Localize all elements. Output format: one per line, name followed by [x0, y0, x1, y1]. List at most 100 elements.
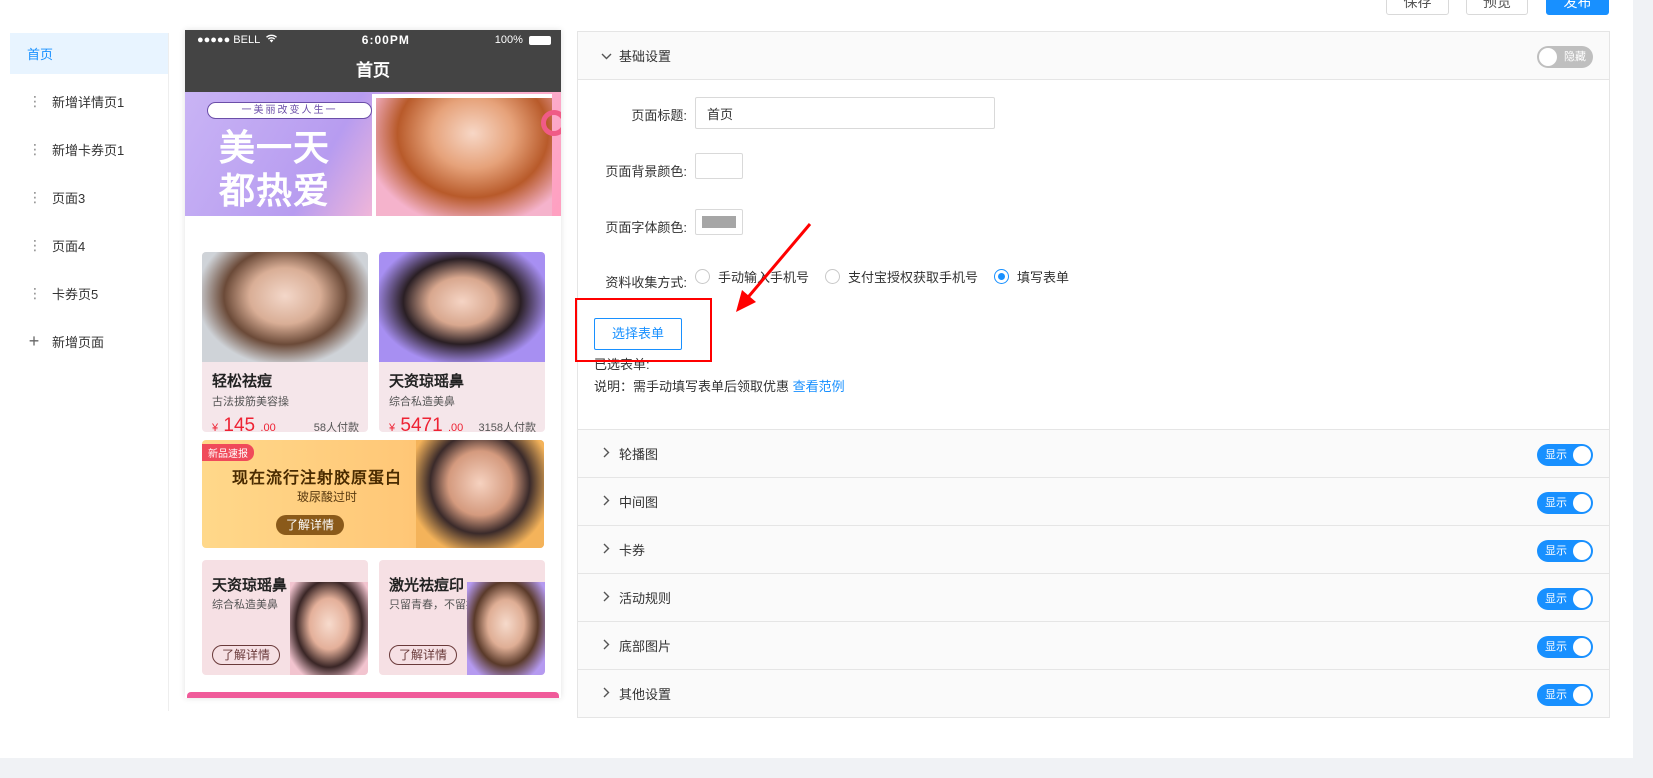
radio-label: 填写表单	[1017, 270, 1070, 285]
section-header-coupon[interactable]: 卡券 显示	[578, 526, 1609, 574]
section-header-rules[interactable]: 活动规则 显示	[578, 574, 1609, 622]
mini-card-subtitle: 综合私造美鼻	[212, 599, 278, 611]
product-paid-count: 3158人付款	[478, 422, 536, 432]
chevron-right-icon	[595, 590, 617, 605]
visibility-toggle[interactable]: 显示	[1537, 588, 1593, 610]
phone-bottom-strip	[187, 692, 559, 698]
banner-line-1: 美一天	[219, 127, 331, 168]
page-item-page-4[interactable]: ⋮ 页面4	[10, 221, 168, 269]
status-time: 6:00PM	[361, 33, 410, 47]
toggle-knob	[1573, 590, 1591, 608]
page-item-coupon-1[interactable]: ⋮ 新增卡券页1	[10, 125, 168, 173]
font-color-label: 页面字体颜色:	[605, 220, 687, 235]
toggle-label: 显示	[1545, 641, 1567, 653]
toggle-label: 显示	[1545, 689, 1567, 701]
section-title: 底部图片	[619, 639, 672, 654]
promo-tag: 新品速报	[202, 444, 254, 461]
mini-card-subtitle: 只留青春，不留疤	[389, 599, 477, 611]
page-item-detail-1[interactable]: ⋮ 新增详情页1	[10, 77, 168, 125]
drag-handle-icon[interactable]: ⋮	[28, 285, 42, 302]
bg-color-fill	[702, 160, 736, 172]
page-item-label: 卡券页5	[52, 286, 99, 302]
product-card[interactable]: 轻松祛痘 古法拔筋美容操 ¥ 145 .00 58人付款	[202, 252, 368, 432]
save-button[interactable]: 保存	[1386, 0, 1449, 15]
drag-handle-icon[interactable]: ⋮	[28, 189, 42, 206]
phone-status-bar: ●●●●● BELL 6:00PM 100%	[185, 30, 561, 50]
form-note: 说明：需手动填写表单后领取优惠 查看范例	[594, 376, 845, 395]
product-paid-count: 58人付款	[313, 422, 359, 432]
chevron-right-icon	[595, 686, 617, 701]
banner-line-2: 都热爱	[219, 170, 331, 211]
phone-nav-title: 首页	[185, 50, 561, 92]
add-page-button[interactable]: + 新增页面	[10, 317, 168, 365]
preview-button[interactable]: 预览	[1466, 0, 1528, 15]
toggle-label: 显示	[1545, 593, 1567, 605]
drag-handle-icon[interactable]: ⋮	[28, 141, 42, 158]
promo-title: 现在流行注射胶原蛋白	[232, 470, 403, 487]
carousel-banner[interactable]: 一美丽改变人生一 美一天 都热爱	[185, 92, 561, 216]
section-header-carousel[interactable]: 轮播图 显示	[578, 430, 1609, 478]
promo-detail-button[interactable]: 了解详情	[276, 515, 344, 535]
section-title: 卡券	[619, 543, 646, 558]
page-title-input[interactable]	[695, 97, 995, 129]
publish-button[interactable]: 发布	[1546, 0, 1609, 15]
collect-method-label: 资料收集方式:	[605, 275, 687, 290]
radio-fill-form[interactable]: 填写表单	[994, 267, 1069, 286]
section-header-middle-image[interactable]: 中间图 显示	[578, 478, 1609, 526]
carrier-text: ●●●●● BELL	[197, 34, 260, 46]
visibility-toggle[interactable]: 隐藏	[1537, 46, 1593, 68]
product-subtitle: 综合私造美鼻	[389, 396, 455, 408]
page-item-home[interactable]: 首页	[10, 33, 168, 74]
mini-card-photo	[467, 582, 545, 675]
visibility-toggle[interactable]: 显示	[1537, 492, 1593, 514]
section-title: 基础设置	[619, 49, 672, 64]
bg-color-picker[interactable]	[695, 153, 743, 179]
section-header-basic[interactable]: 基础设置 隐藏	[578, 32, 1609, 80]
bg-color-label: 页面背景颜色:	[605, 164, 687, 179]
radio-dot	[825, 269, 841, 284]
section-title: 其他设置	[619, 687, 672, 702]
product-photo	[202, 252, 368, 362]
radio-dot	[994, 269, 1010, 284]
chevron-right-icon	[595, 638, 617, 653]
form-note-text: 说明：需手动填写表单后领取优惠	[594, 379, 790, 394]
phone-preview: ●●●●● BELL 6:00PM 100% 首页 一美丽改变人生一 美一天 都…	[185, 30, 561, 698]
toggle-knob	[1573, 446, 1591, 464]
page-background-bottom	[0, 758, 1653, 778]
product-price: ¥ 5471 .00	[389, 415, 464, 432]
drag-handle-icon[interactable]: ⋮	[28, 93, 42, 110]
mini-card-title: 天资琼瑶鼻	[212, 577, 288, 594]
drag-handle-icon[interactable]: ⋮	[28, 237, 42, 254]
promo-subtitle: 玻尿酸过时	[297, 490, 358, 504]
banner-slogan: 一美丽改变人生一	[207, 102, 372, 119]
visibility-toggle[interactable]: 显示	[1537, 540, 1593, 562]
wifi-icon	[265, 34, 277, 46]
promo-banner[interactable]: 新品速报 现在流行注射胶原蛋白 玻尿酸过时 了解详情	[202, 440, 544, 548]
mini-card-detail-button[interactable]: 了解详情	[212, 645, 280, 665]
page-item-coupon-5[interactable]: ⋮ 卡券页5	[10, 269, 168, 317]
page-item-page-3[interactable]: ⋮ 页面3	[10, 173, 168, 221]
section-header-bottom-image[interactable]: 底部图片 显示	[578, 622, 1609, 670]
visibility-toggle[interactable]: 显示	[1537, 636, 1593, 658]
page-item-label: 新增卡券页1	[52, 142, 125, 158]
radio-label: 支付宝授权获取手机号	[848, 270, 979, 285]
battery-icon	[528, 35, 551, 45]
mini-card[interactable]: 激光祛痘印 只留青春，不留疤 了解详情	[379, 560, 545, 675]
toggle-label: 显示	[1545, 497, 1567, 509]
page-item-label: 页面4	[52, 238, 86, 254]
toggle-knob	[1573, 686, 1591, 704]
toggle-knob	[1573, 638, 1591, 656]
toggle-knob	[1539, 48, 1557, 66]
product-title: 天资琼瑶鼻	[389, 373, 465, 390]
mini-card-title: 激光祛痘印	[389, 577, 465, 594]
product-card[interactable]: 天资琼瑶鼻 综合私造美鼻 ¥ 5471 .00 3158人付款	[379, 252, 545, 432]
section-header-other[interactable]: 其他设置 显示	[578, 670, 1609, 718]
view-example-link[interactable]: 查看范例	[793, 379, 845, 394]
mini-card-detail-button[interactable]: 了解详情	[389, 645, 457, 665]
chevron-right-icon	[595, 446, 617, 461]
radio-alipay-phone[interactable]: 支付宝授权获取手机号	[825, 267, 978, 286]
visibility-toggle[interactable]: 显示	[1537, 684, 1593, 706]
chevron-right-icon	[595, 542, 617, 557]
mini-card[interactable]: 天资琼瑶鼻 综合私造美鼻 了解详情	[202, 560, 368, 675]
visibility-toggle[interactable]: 显示	[1537, 444, 1593, 466]
